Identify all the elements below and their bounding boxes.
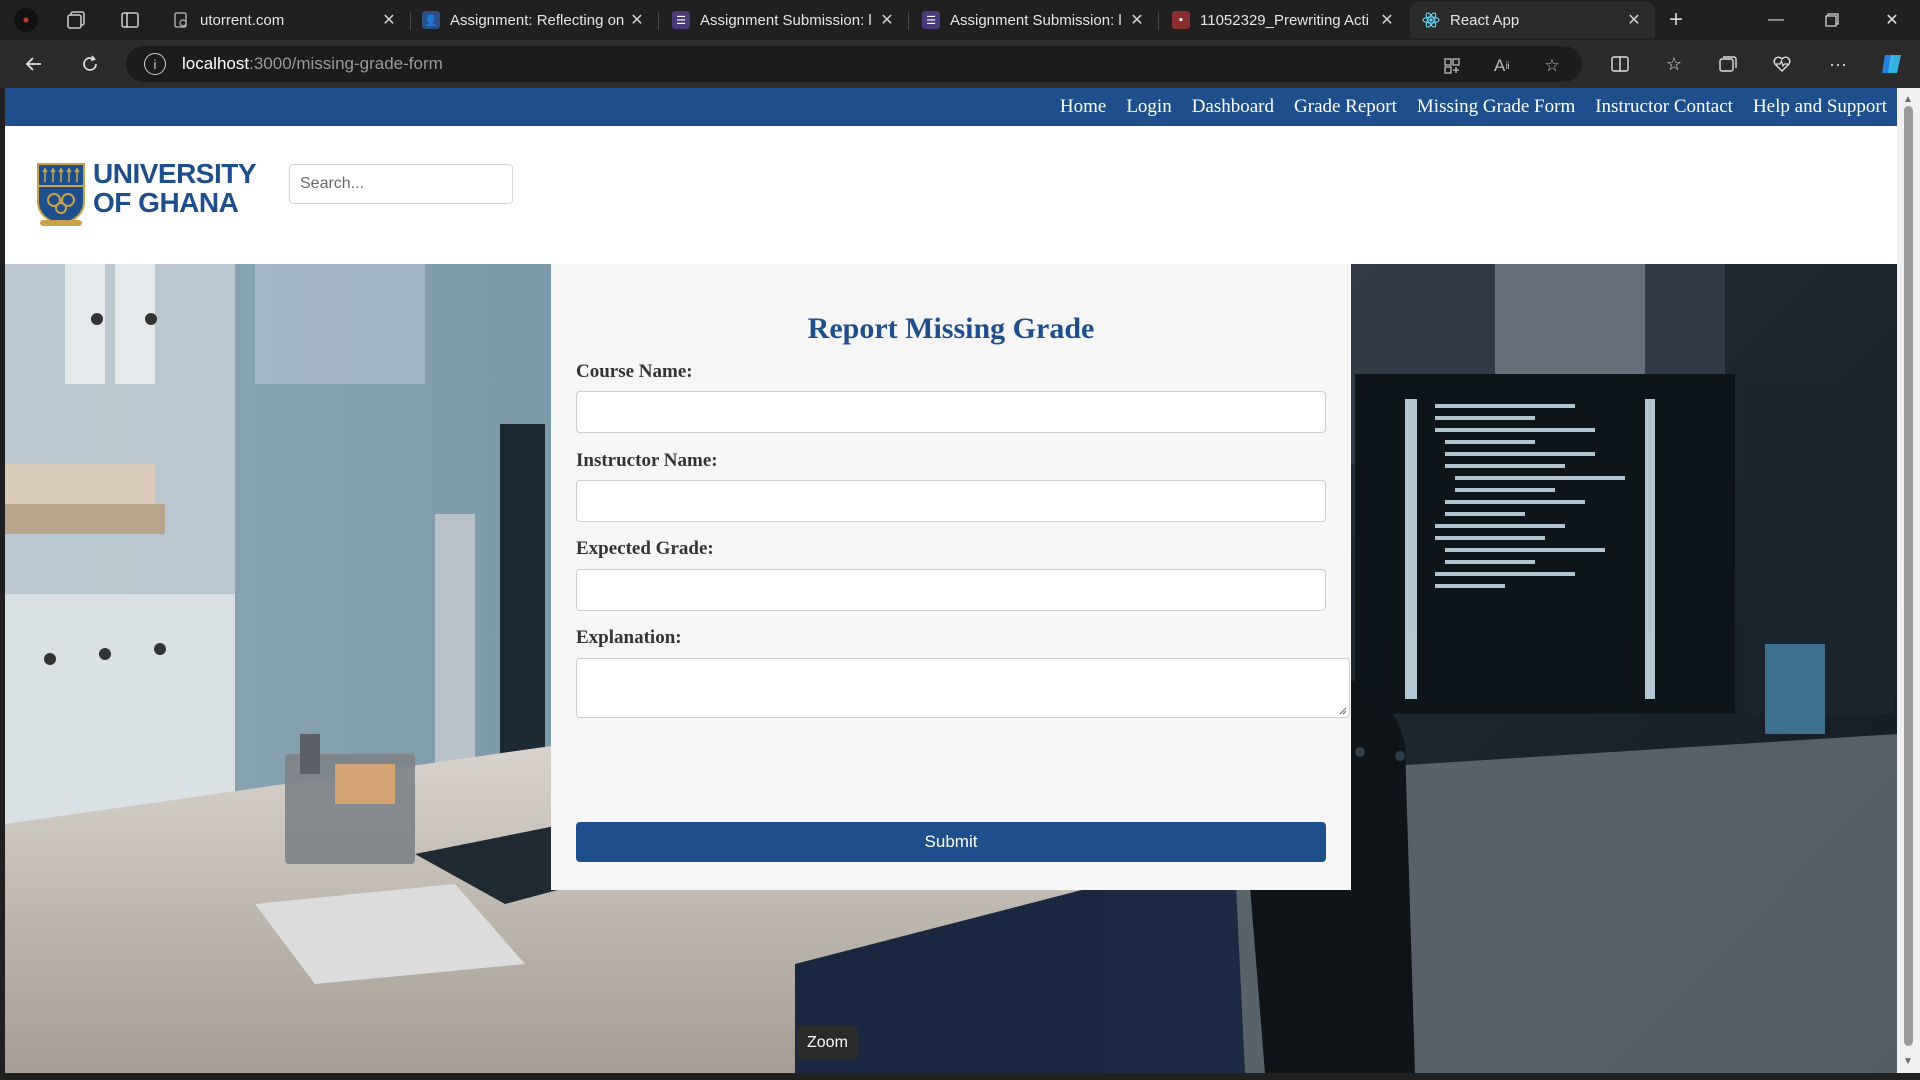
- copilot-icon[interactable]: [1876, 48, 1908, 80]
- explanation-label: Explanation:: [576, 627, 682, 648]
- read-aloud-icon[interactable]: Aⅱ: [1488, 52, 1516, 80]
- page-viewport: Home Login Dashboard Grade Report Missin…: [5, 88, 1897, 1073]
- instructor-name-label: Instructor Name:: [576, 450, 718, 471]
- address-toolbar: i localhost:3000/missing-grade-form Aⅱ ☆…: [0, 40, 1920, 88]
- tab-assignment-submission-1[interactable]: ☰ Assignment Submission: l ✕: [660, 2, 908, 38]
- split-screen-icon[interactable]: [1604, 48, 1636, 80]
- nav-home[interactable]: Home: [1060, 96, 1106, 118]
- instructor-name-input[interactable]: [576, 480, 1326, 522]
- page-icon: [172, 11, 190, 29]
- close-icon[interactable]: ✕: [378, 10, 400, 30]
- workspaces-icon[interactable]: [62, 6, 90, 34]
- tab-title: Assignment Submission: l: [700, 11, 872, 29]
- new-tab-icon[interactable]: +: [1662, 6, 1690, 34]
- nav-instructor-contact[interactable]: Instructor Contact: [1595, 96, 1733, 118]
- back-icon[interactable]: [18, 48, 50, 80]
- more-menu-icon[interactable]: ···: [1822, 48, 1854, 80]
- tab-assignment-submission-2[interactable]: ☰ Assignment Submission: l ✕: [910, 2, 1158, 38]
- tab-react-app[interactable]: React App ✕: [1410, 2, 1655, 38]
- expected-grade-label: Expected Grade:: [576, 538, 714, 559]
- scrollbar-thumb[interactable]: [1904, 106, 1913, 1046]
- site-header: UNIVERSITY OF GHANA: [5, 126, 1897, 264]
- zoom-tooltip: Zoom: [797, 1026, 858, 1060]
- tab-title: Assignment: Reflecting on: [450, 11, 625, 29]
- university-logo-text[interactable]: UNIVERSITY OF GHANA: [93, 158, 257, 218]
- tab-title: React App: [1450, 11, 1520, 29]
- nav-dashboard[interactable]: Dashboard: [1192, 96, 1274, 118]
- refresh-icon[interactable]: [74, 48, 106, 80]
- submit-button[interactable]: Submit: [576, 822, 1326, 862]
- nav-help-and-support[interactable]: Help and Support: [1753, 96, 1887, 118]
- close-icon[interactable]: ✕: [626, 10, 648, 30]
- list-icon: ☰: [922, 11, 940, 29]
- close-icon[interactable]: ✕: [876, 10, 898, 30]
- close-icon[interactable]: ✕: [1623, 10, 1645, 30]
- tab-title: utorrent.com: [200, 11, 285, 29]
- profile-icon[interactable]: [12, 6, 40, 34]
- course-name-label: Course Name:: [576, 361, 693, 382]
- window-close-icon[interactable]: ✕: [1864, 0, 1920, 40]
- app-available-icon[interactable]: [1438, 52, 1466, 80]
- explanation-textarea[interactable]: [576, 658, 1350, 718]
- site-top-nav: Home Login Dashboard Grade Report Missin…: [5, 88, 1897, 126]
- tab-title: Assignment Submission: l: [950, 11, 1122, 29]
- logo-line-2: OF GHANA: [93, 187, 239, 218]
- close-icon[interactable]: ✕: [1376, 10, 1398, 30]
- list-icon: ☰: [672, 11, 690, 29]
- pdf-icon: ▪: [1172, 11, 1190, 29]
- nav-grade-report[interactable]: Grade Report: [1294, 96, 1397, 118]
- collections-icon[interactable]: [1712, 48, 1744, 80]
- nav-login[interactable]: Login: [1126, 96, 1171, 118]
- tab-utorrent[interactable]: utorrent.com ✕: [160, 2, 410, 38]
- page-scrollbar[interactable]: ▲ ▼: [1897, 88, 1920, 1073]
- tab-assignment-reflecting[interactable]: 👤 Assignment: Reflecting on ✕: [410, 2, 658, 38]
- close-icon[interactable]: ✕: [1126, 10, 1148, 30]
- nav-missing-grade-form[interactable]: Missing Grade Form: [1417, 96, 1575, 118]
- favorites-icon[interactable]: ☆: [1658, 48, 1690, 80]
- search-input[interactable]: [289, 164, 513, 204]
- address-bar[interactable]: i localhost:3000/missing-grade-form Aⅱ ☆: [126, 46, 1582, 82]
- tab-prewriting-pdf[interactable]: ▪ 11052329_Prewriting Acti ✕: [1160, 2, 1408, 38]
- tab-bar: utorrent.com ✕ 👤 Assignment: Reflecting …: [0, 0, 1920, 40]
- url-text: localhost:3000/missing-grade-form: [182, 54, 443, 73]
- site-info-icon[interactable]: i: [144, 53, 166, 75]
- missing-grade-form: Report Missing Grade Course Name: Instru…: [551, 264, 1351, 890]
- scroll-down-icon[interactable]: ▼: [1902, 1056, 1914, 1068]
- tab-actions-icon[interactable]: [116, 6, 144, 34]
- course-name-input[interactable]: [576, 391, 1326, 433]
- favorite-star-icon[interactable]: ☆: [1538, 52, 1566, 80]
- logo-line-1: UNIVERSITY: [93, 158, 257, 189]
- resize-grip-icon[interactable]: [1339, 707, 1347, 715]
- university-crest-icon[interactable]: [36, 162, 86, 228]
- restore-icon[interactable]: [1804, 0, 1860, 40]
- tab-title: 11052329_Prewriting Acti: [1200, 11, 1369, 29]
- form-title: Report Missing Grade: [807, 312, 1095, 345]
- assignment-icon: 👤: [422, 11, 440, 29]
- expected-grade-input[interactable]: [576, 569, 1326, 611]
- scroll-up-icon[interactable]: ▲: [1902, 94, 1914, 106]
- minimize-icon[interactable]: —: [1748, 0, 1804, 40]
- browser-essentials-icon[interactable]: [1766, 48, 1798, 80]
- react-icon: [1422, 11, 1440, 29]
